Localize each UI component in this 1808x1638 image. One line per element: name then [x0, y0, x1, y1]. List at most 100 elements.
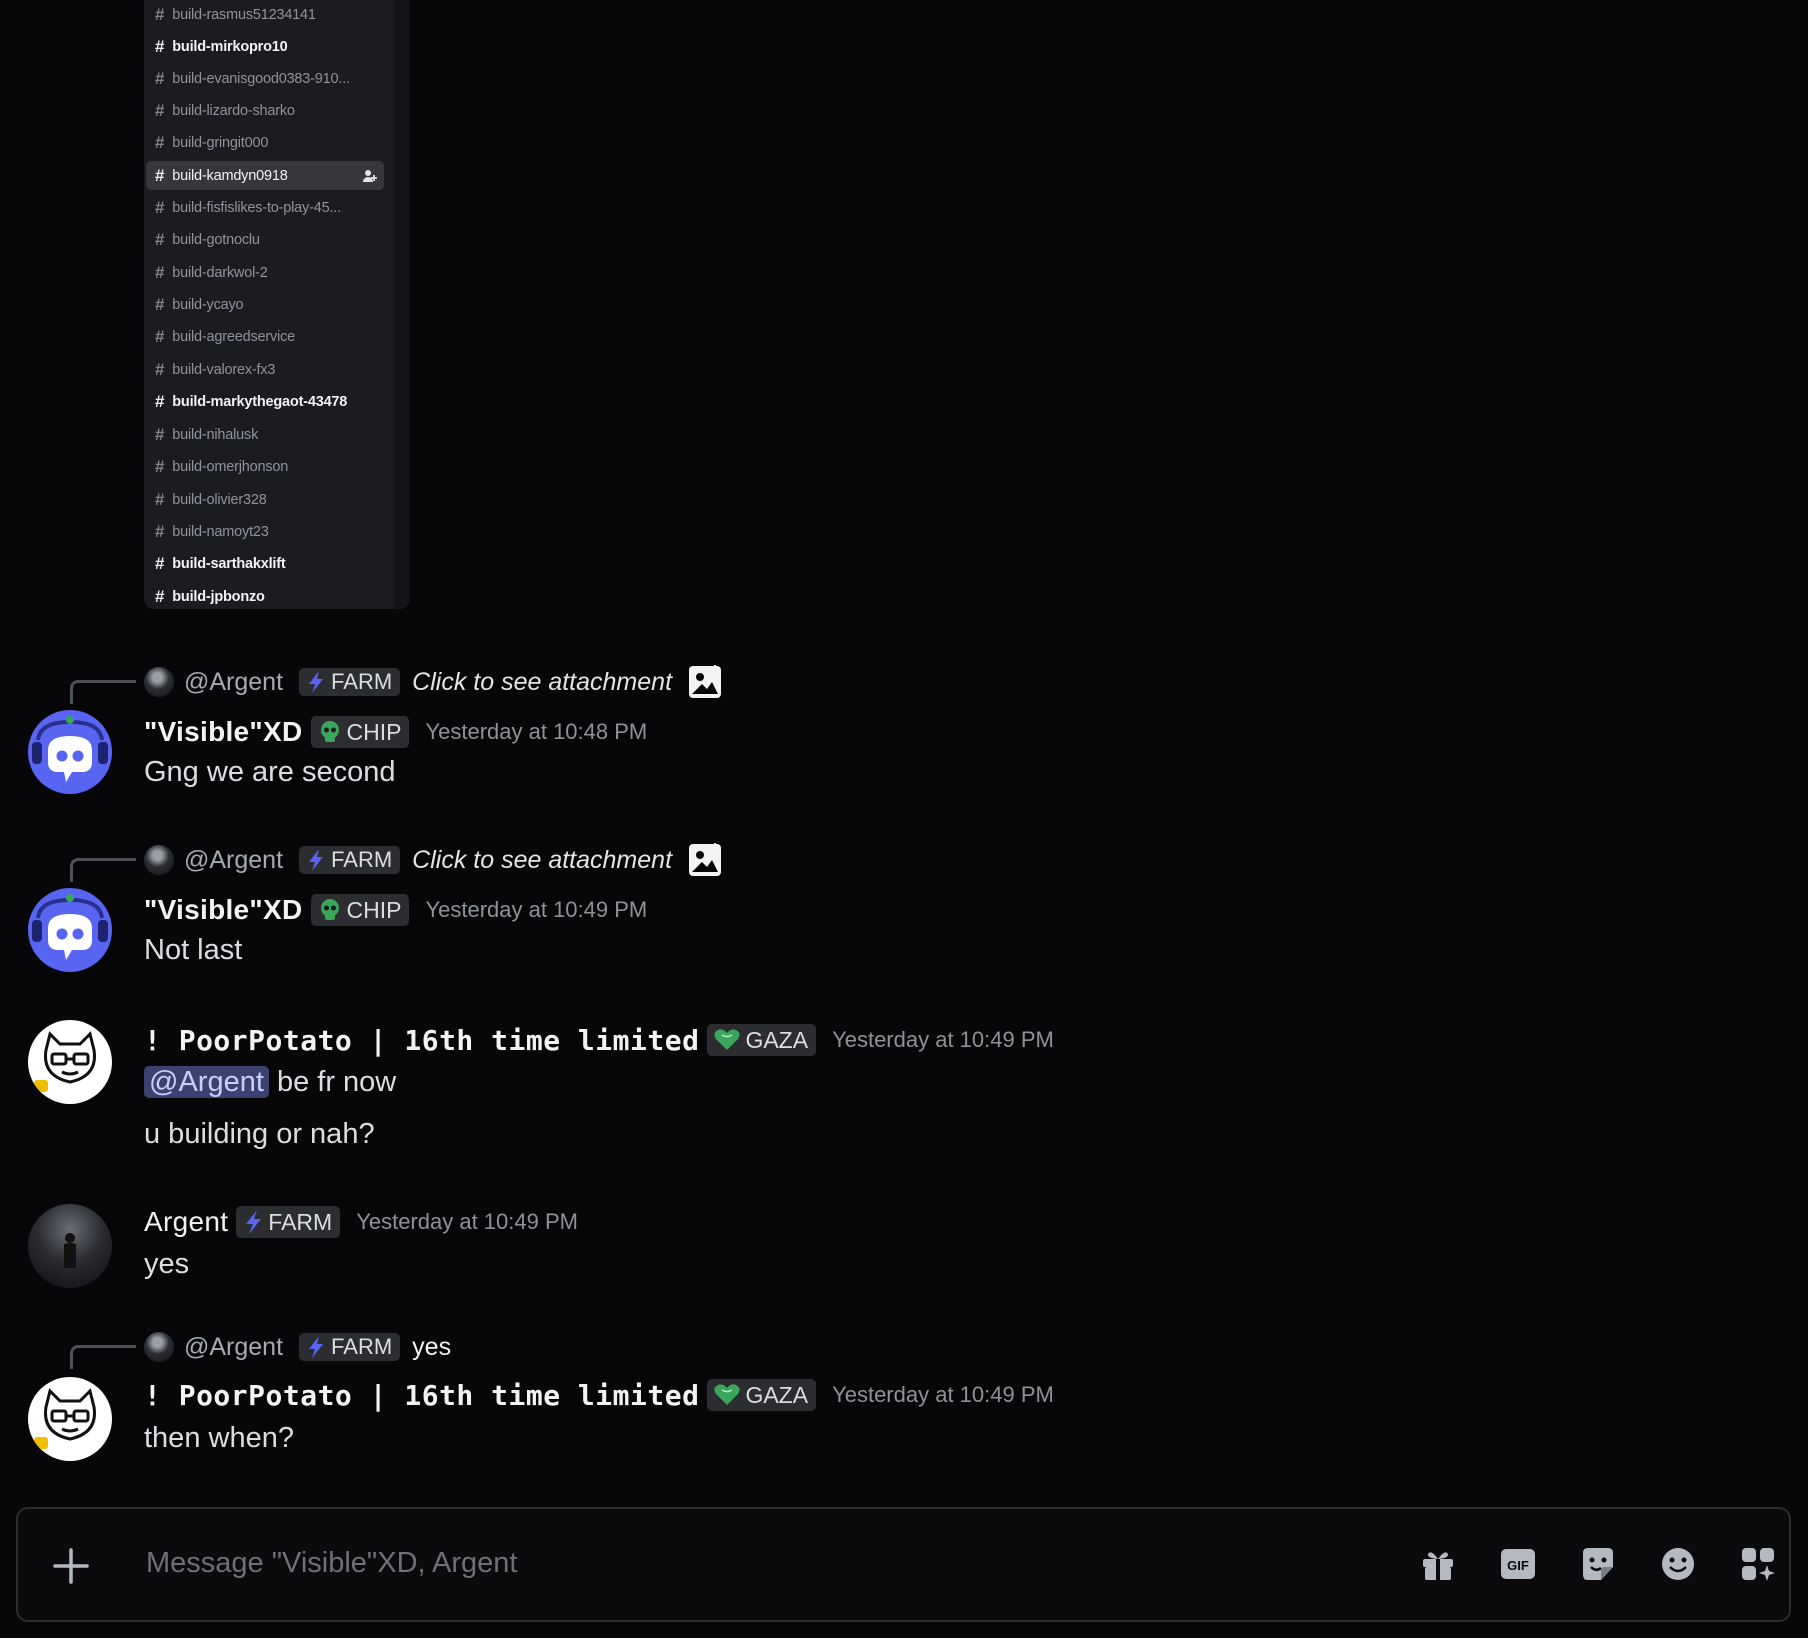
reply-text: Click to see attachment — [412, 845, 673, 874]
role-tag: FARM — [299, 1333, 401, 1361]
hashtag-icon: # — [155, 197, 165, 217]
message-content: Not last — [144, 934, 243, 966]
reply-username[interactable]: @Argent — [184, 1333, 283, 1362]
reply-spine — [70, 1345, 136, 1369]
reply-spine — [70, 858, 136, 882]
lightning-icon — [309, 849, 324, 871]
timestamp[interactable]: Yesterday at 10:49 PM — [356, 1209, 578, 1235]
channel-item: # build-lizardo-sharko — [155, 100, 295, 120]
timestamp[interactable]: Yesterday at 10:48 PM — [425, 719, 647, 745]
avatar — [144, 1332, 174, 1362]
scrollbar-track — [394, 0, 410, 609]
message-content: Gng we are second — [144, 756, 396, 788]
lightning-icon — [309, 1336, 324, 1358]
user-mention[interactable]: @Argent — [144, 1066, 269, 1098]
avatar — [144, 845, 174, 875]
channel-item: # build-gotnoclu — [155, 229, 260, 249]
channel-item: # build-fisfislikes-to-play-45... — [155, 197, 341, 217]
hashtag-icon: # — [155, 391, 165, 411]
channel-item: # build-nihalusk — [155, 424, 259, 444]
reply-text: Click to see attachment — [412, 667, 673, 696]
hashtag-icon: # — [155, 424, 165, 444]
channel-item: # build-omerjhonson — [155, 456, 289, 476]
image-icon — [689, 843, 722, 876]
add-attachment-icon[interactable] — [52, 1547, 90, 1585]
avatar[interactable] — [28, 888, 112, 972]
gif-icon[interactable]: GIF — [1499, 1545, 1537, 1583]
channel-item: # build-sarthakxlift — [155, 553, 286, 573]
message-header: "Visible"XD CHIP Yesterday at 10:49 PM — [144, 891, 647, 929]
reply-preview[interactable]: @Argent FARM yes — [144, 1331, 451, 1363]
avatar[interactable] — [28, 1204, 112, 1288]
gift-icon[interactable] — [1419, 1545, 1457, 1583]
avatar[interactable] — [28, 1020, 112, 1104]
hashtag-icon: # — [155, 229, 165, 249]
channel-item: # build-evanisgood0383-910... — [155, 68, 350, 88]
attachment-image[interactable]: # build-rasmus51234141 # build-mirkopro10 … — [144, 0, 410, 609]
avatar[interactable] — [28, 710, 112, 794]
reply-spine — [70, 680, 136, 704]
message-content: u building or nah? — [144, 1118, 375, 1150]
hashtag-icon: # — [155, 68, 165, 88]
message-input[interactable]: Message "Visible"XD, Argent — [146, 1547, 517, 1580]
channel-item-active: # build-kamdyn0918 — [146, 161, 384, 190]
heart-icon — [714, 1384, 741, 1405]
cartoon-cat-avatar-icon — [34, 1031, 96, 1092]
hashtag-icon: # — [155, 132, 165, 152]
hashtag-icon: # — [155, 359, 165, 379]
reply-username[interactable]: @Argent — [184, 668, 283, 697]
hashtag-icon: # — [155, 100, 165, 120]
author-name[interactable]: ! PoorPotato | 16th time limited — [144, 1024, 699, 1057]
channel-item: # build-darkwol-2 — [155, 262, 268, 282]
channel-item: # build-jpbonzo — [155, 586, 265, 606]
reply-preview[interactable]: @Argent FARM Click to see attachment — [144, 843, 722, 876]
sticker-icon[interactable] — [1579, 1545, 1617, 1583]
heart-icon — [714, 1029, 741, 1050]
hashtag-icon: # — [155, 456, 165, 476]
skull-icon — [320, 899, 339, 920]
message-composer: Message "Visible"XD, Argent GIF — [16, 1507, 1791, 1622]
role-tag: FARM — [236, 1206, 341, 1238]
message-header: ! PoorPotato | 16th time limited GAZA Ye… — [144, 1376, 1054, 1414]
hashtag-icon: # — [155, 262, 165, 282]
author-name[interactable]: ! PoorPotato | 16th time limited — [144, 1379, 699, 1412]
reply-text: yes — [412, 1332, 452, 1361]
timestamp[interactable]: Yesterday at 10:49 PM — [832, 1027, 1054, 1053]
role-tag: CHIP — [310, 894, 410, 926]
emoji-icon[interactable] — [1659, 1545, 1697, 1583]
channel-item: # build-agreedservice — [155, 326, 296, 346]
discord-default-avatar-icon — [32, 894, 108, 960]
author-name[interactable]: "Visible"XD — [144, 716, 303, 748]
hashtag-icon: # — [155, 36, 165, 56]
author-name[interactable]: "Visible"XD — [144, 894, 303, 926]
role-tag: CHIP — [310, 716, 410, 748]
message-content: @Argent be fr now — [144, 1066, 396, 1099]
lightning-icon — [309, 671, 324, 693]
channel-item: # build-olivier328 — [155, 489, 267, 509]
role-tag: FARM — [299, 846, 401, 874]
channel-item: # build-gringit000 — [155, 132, 269, 152]
cartoon-cat-avatar-icon — [34, 1388, 96, 1449]
timestamp[interactable]: Yesterday at 10:49 PM — [832, 1382, 1054, 1408]
image-icon — [689, 665, 722, 698]
message-header: Argent FARM Yesterday at 10:49 PM — [144, 1203, 578, 1241]
svg-text:GIF: GIF — [1507, 1558, 1529, 1573]
reply-preview[interactable]: @Argent FARM Click to see attachment — [144, 665, 722, 698]
channel-item: # build-valorex-fx3 — [155, 359, 276, 379]
reply-username[interactable]: @Argent — [184, 846, 283, 875]
role-tag: GAZA — [707, 1024, 817, 1056]
channel-item: # build-namoyt23 — [155, 521, 269, 541]
channel-item: # build-mirkopro10 — [155, 36, 288, 56]
message-content: then when? — [144, 1422, 294, 1454]
hashtag-icon: # — [155, 553, 165, 573]
author-name[interactable]: Argent — [144, 1206, 228, 1238]
hashtag-icon: # — [155, 521, 165, 541]
avatar[interactable] — [28, 1377, 112, 1461]
channel-item: # build-ycayo — [155, 294, 244, 314]
timestamp[interactable]: Yesterday at 10:49 PM — [425, 897, 647, 923]
message-header: ! PoorPotato | 16th time limited GAZA Ye… — [144, 1021, 1054, 1059]
apps-icon[interactable] — [1739, 1545, 1777, 1583]
hashtag-icon: # — [155, 165, 165, 185]
lightning-icon — [246, 1210, 262, 1234]
hashtag-icon: # — [155, 4, 165, 24]
